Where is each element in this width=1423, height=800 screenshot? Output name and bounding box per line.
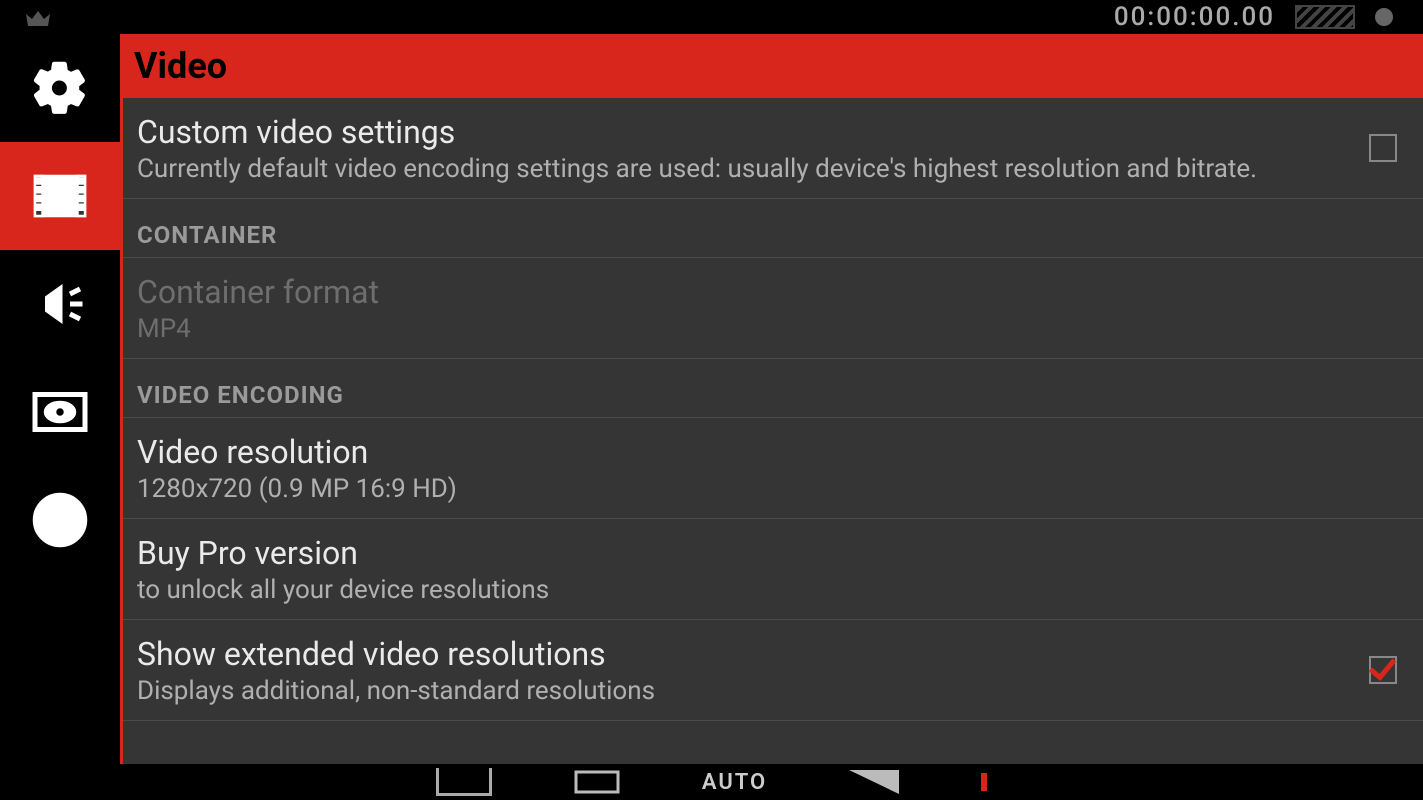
page-title: Video — [134, 45, 227, 87]
setting-buy-pro[interactable]: Buy Pro version to unlock all your devic… — [123, 519, 1423, 620]
setting-title: Show extended video resolutions — [137, 634, 1349, 674]
svg-text:i: i — [55, 502, 65, 541]
main-area: i Video Custom video settings Currently … — [0, 34, 1423, 800]
sidebar-tab-view[interactable] — [0, 358, 120, 466]
setting-subtitle: Displays additional, non-standard resolu… — [137, 676, 1349, 706]
sidebar: i — [0, 34, 120, 800]
status-right: 00:00:00.00 — [1114, 2, 1393, 32]
info-icon: i — [30, 490, 90, 550]
setting-subtitle: 1280x720 (0.9 MP 16:9 HD) — [137, 474, 1397, 504]
setting-video-resolution[interactable]: Video resolution 1280x720 (0.9 MP 16:9 H… — [123, 418, 1423, 519]
sidebar-tab-info[interactable]: i — [0, 466, 120, 574]
recording-time: 00:00:00.00 — [1114, 2, 1275, 32]
speaker-icon — [30, 274, 90, 334]
section-header-encoding: VIDEO ENCODING — [123, 359, 1423, 418]
app-root: 00:00:00.00 — [0, 0, 1423, 800]
setting-container-format: Container format MP4 — [123, 258, 1423, 359]
film-icon — [30, 166, 90, 226]
setting-subtitle: MP4 — [137, 314, 1397, 344]
setting-title: Custom video settings — [137, 112, 1349, 152]
content-area: Video Custom video settings Currently de… — [120, 34, 1423, 800]
eye-frame-icon — [30, 382, 90, 442]
sidebar-tab-video[interactable] — [0, 142, 120, 250]
sidebar-tab-audio[interactable] — [0, 250, 120, 358]
settings-list[interactable]: Custom video settings Currently default … — [120, 98, 1423, 800]
checkbox-extended-resolutions[interactable] — [1369, 656, 1397, 684]
setting-subtitle: Currently default video encoding setting… — [137, 154, 1349, 184]
profile-dot-icon — [1375, 8, 1393, 26]
setting-title: Video resolution — [137, 432, 1397, 472]
section-header-container: CONTAINER — [123, 199, 1423, 258]
setting-subtitle: to unlock all your device resolutions — [137, 575, 1397, 605]
setting-title: Container format — [137, 272, 1397, 312]
sidebar-tab-settings[interactable] — [0, 34, 120, 142]
gear-icon — [30, 58, 90, 118]
setting-extended-resolutions[interactable]: Show extended video resolutions Displays… — [123, 620, 1423, 721]
checkbox-custom-video[interactable] — [1369, 134, 1397, 162]
settings-header: Video — [120, 34, 1423, 98]
battery-icon — [1295, 5, 1355, 29]
setting-title: Buy Pro version — [137, 533, 1397, 573]
setting-custom-video[interactable]: Custom video settings Currently default … — [123, 98, 1423, 199]
status-bar: 00:00:00.00 — [0, 0, 1423, 34]
crown-icon — [20, 6, 56, 39]
